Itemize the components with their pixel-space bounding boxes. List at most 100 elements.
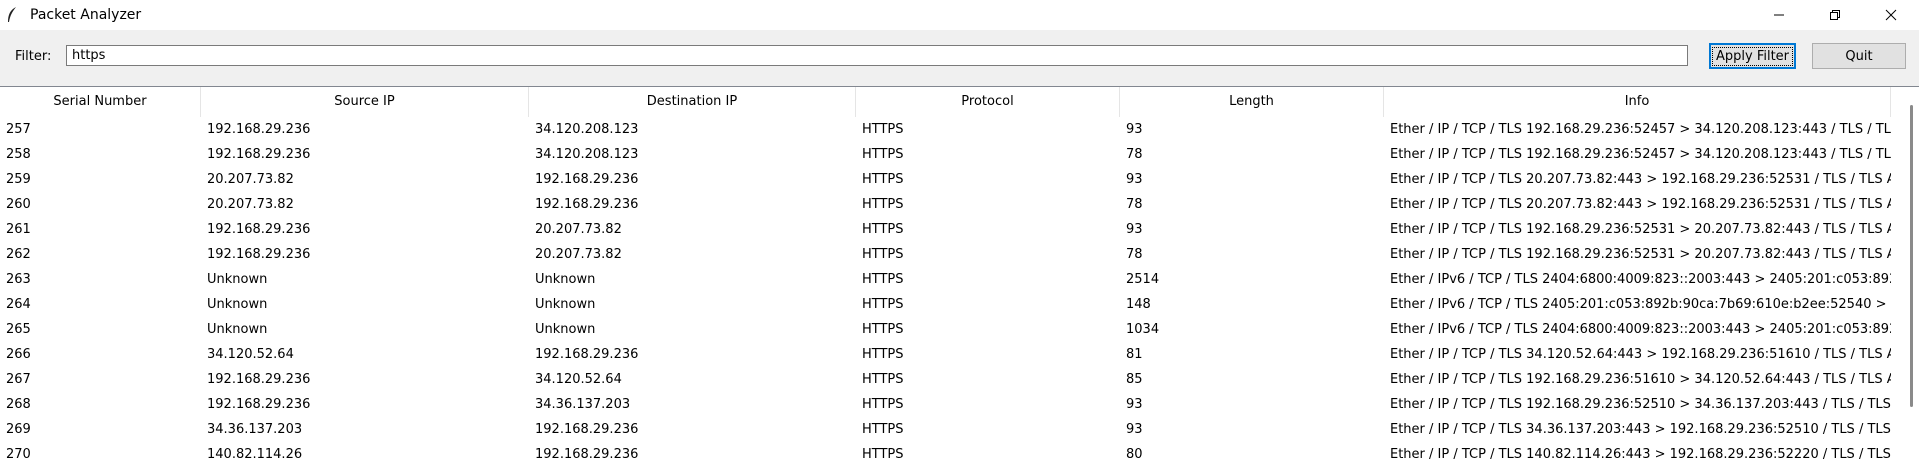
table-cell: Unknown <box>207 297 268 312</box>
quit-button[interactable]: Quit <box>1812 43 1906 69</box>
table-cell: 20.207.73.82 <box>535 247 622 262</box>
column-header-serial-number[interactable]: Serial Number <box>0 87 201 117</box>
apply-filter-button[interactable]: Apply Filter <box>1709 43 1796 69</box>
table-cell: 192.168.29.236 <box>535 172 639 187</box>
table-cell: 192.168.29.236 <box>207 372 311 387</box>
packet-table: Serial Number Source IP Destination IP P… <box>0 86 1919 463</box>
table-cell: 140.82.114.26 <box>207 447 303 462</box>
table-row[interactable]: 269 34.36.137.203 192.168.29.236 HTTPS 93 Eth… <box>0 417 1919 442</box>
table-row[interactable]: 267 192.168.29.236 34.120.52.64 HTTPS 85 Ethe… <box>0 367 1919 392</box>
table-cell: 34.120.52.64 <box>207 347 294 362</box>
column-header-info[interactable]: Info <box>1384 87 1891 117</box>
table-cell: HTTPS <box>862 272 904 287</box>
table-cell: 93 <box>1126 397 1143 412</box>
apply-filter-label: Apply Filter <box>1711 46 1794 66</box>
table-cell: Ether / IP / TCP / TLS 192.168.29.236:51… <box>1390 372 1891 387</box>
column-header-source-ip[interactable]: Source IP <box>201 87 529 117</box>
table-cell: 34.120.208.123 <box>535 122 639 137</box>
table-cell: HTTPS <box>862 247 904 262</box>
filter-input[interactable] <box>66 45 1688 66</box>
table-cell: 34.120.52.64 <box>535 372 622 387</box>
table-cell: 85 <box>1126 372 1143 387</box>
table-cell: 20.207.73.82 <box>207 197 294 212</box>
table-cell: Unknown <box>535 272 596 287</box>
table-cell: HTTPS <box>862 197 904 212</box>
table-cell: HTTPS <box>862 122 904 137</box>
restore-icon[interactable] <box>1807 0 1863 30</box>
table-cell: 93 <box>1126 222 1143 237</box>
table-cell: Ether / IP / TCP / TLS 140.82.114.26:443… <box>1390 447 1891 462</box>
table-cell: 34.120.208.123 <box>535 147 639 162</box>
table-cell: Unknown <box>535 297 596 312</box>
table-row[interactable]: 266 34.120.52.64 192.168.29.236 HTTPS 81 Ethe… <box>0 342 1919 367</box>
table-cell: 93 <box>1126 172 1143 187</box>
table-cell: HTTPS <box>862 372 904 387</box>
table-row[interactable]: 268 192.168.29.236 34.36.137.203 HTTPS 93 Eth… <box>0 392 1919 417</box>
close-icon[interactable] <box>1863 0 1919 30</box>
table-cell: 192.168.29.236 <box>535 347 639 362</box>
table-body: 257 192.168.29.236 34.120.208.123 HTTPS 93 Et… <box>0 117 1919 463</box>
table-cell: 270 <box>6 447 31 462</box>
table-cell: 81 <box>1126 347 1143 362</box>
table-row[interactable]: 257 192.168.29.236 34.120.208.123 HTTPS 93 Et… <box>0 117 1919 142</box>
filter-label: Filter: <box>15 49 52 64</box>
table-cell: 261 <box>6 222 31 237</box>
table-cell: Ether / IP / TCP / TLS 34.36.137.203:443… <box>1390 422 1891 437</box>
table-cell: Ether / IPv6 / TCP / TLS 2405:201:c053:8… <box>1390 297 1891 312</box>
table-cell: Unknown <box>207 322 268 337</box>
table-cell: Ether / IP / TCP / TLS 192.168.29.236:52… <box>1390 147 1891 162</box>
table-cell: Unknown <box>535 322 596 337</box>
table-row[interactable]: 261 192.168.29.236 20.207.73.82 HTTPS 93 Ethe… <box>0 217 1919 242</box>
table-cell: HTTPS <box>862 147 904 162</box>
table-cell: 259 <box>6 172 31 187</box>
table-cell: HTTPS <box>862 322 904 337</box>
table-row[interactable]: 270 140.82.114.26 192.168.29.236 HTTPS 80 Eth… <box>0 442 1919 463</box>
table-cell: HTTPS <box>862 172 904 187</box>
table-cell: 20.207.73.82 <box>535 222 622 237</box>
table-row[interactable]: 262 192.168.29.236 20.207.73.82 HTTPS 78 Ethe… <box>0 242 1919 267</box>
table-row[interactable]: 259 20.207.73.82 192.168.29.236 HTTPS 93 Ethe… <box>0 167 1919 192</box>
table-cell: 78 <box>1126 247 1143 262</box>
table-cell: 78 <box>1126 197 1143 212</box>
table-cell: HTTPS <box>862 297 904 312</box>
table-cell: Ether / IP / TCP / TLS 192.168.29.236:52… <box>1390 222 1891 237</box>
table-cell: Ether / IP / TCP / TLS 192.168.29.236:52… <box>1390 247 1891 262</box>
title-bar: Packet Analyzer <box>0 0 1919 30</box>
table-cell: HTTPS <box>862 447 904 462</box>
table-cell: 78 <box>1126 147 1143 162</box>
table-cell: 258 <box>6 147 31 162</box>
table-cell: 264 <box>6 297 31 312</box>
column-header-length[interactable]: Length <box>1120 87 1384 117</box>
table-cell: HTTPS <box>862 422 904 437</box>
table-cell: 148 <box>1126 297 1151 312</box>
vertical-scrollbar[interactable] <box>1905 87 1919 463</box>
column-header-protocol[interactable]: Protocol <box>856 87 1120 117</box>
table-row[interactable]: 258 192.168.29.236 34.120.208.123 HTTPS 78 Et… <box>0 142 1919 167</box>
table-row[interactable]: 263 Unknown Unknown HTTPS 2514 Ether / IPv6 /… <box>0 267 1919 292</box>
table-cell: 262 <box>6 247 31 262</box>
table-cell: 2514 <box>1126 272 1160 287</box>
table-cell: Ether / IPv6 / TCP / TLS 2404:6800:4009:… <box>1390 322 1891 337</box>
table-row[interactable]: 265 Unknown Unknown HTTPS 1034 Ether / IPv6 /… <box>0 317 1919 342</box>
table-row[interactable]: 264 Unknown Unknown HTTPS 148 Ether / IPv6 / … <box>0 292 1919 317</box>
table-cell: 80 <box>1126 447 1143 462</box>
table-cell: 257 <box>6 122 31 137</box>
window-controls <box>1751 0 1919 30</box>
table-cell: 192.168.29.236 <box>207 222 311 237</box>
table-cell: 265 <box>6 322 31 337</box>
column-header-destination-ip[interactable]: Destination IP <box>529 87 856 117</box>
table-cell: 269 <box>6 422 31 437</box>
feather-icon <box>6 6 22 24</box>
table-cell: 192.168.29.236 <box>207 122 311 137</box>
table-cell: 268 <box>6 397 31 412</box>
table-row[interactable]: 260 20.207.73.82 192.168.29.236 HTTPS 78 Ethe… <box>0 192 1919 217</box>
table-cell: Ether / IP / TCP / TLS 20.207.73.82:443 … <box>1390 172 1891 187</box>
scrollbar-thumb[interactable] <box>1910 105 1913 407</box>
table-cell: 34.36.137.203 <box>535 397 631 412</box>
table-cell: HTTPS <box>862 222 904 237</box>
table-header: Serial Number Source IP Destination IP P… <box>0 87 1919 117</box>
minimize-icon[interactable] <box>1751 0 1807 30</box>
table-cell: 1034 <box>1126 322 1160 337</box>
table-cell: 263 <box>6 272 31 287</box>
table-cell: 192.168.29.236 <box>207 397 311 412</box>
